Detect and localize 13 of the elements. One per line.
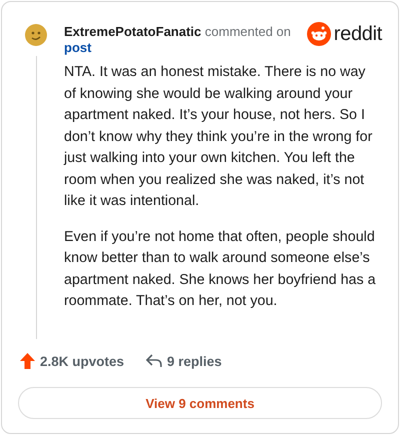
action-text: commented on <box>204 24 291 39</box>
upvote-icon[interactable] <box>20 353 35 369</box>
reply-count: 9 replies <box>167 354 222 368</box>
brand-wordmark: reddit <box>334 22 382 46</box>
comment-paragraph: NTA. It was an honest mistake. There is no way of knowing she would be walking around your apartment naked. It’s your house, not hers. So I don’t know why they think you’re in the wrong for just walking into your own kitchen. You left the room when you realized she was naked, it’s not like it was intentional. <box>64 63 374 211</box>
comment-paragraph: Even if you’re not home that often, people should know better than to walk around someone else’s apartment naked. She knows her boyfriend has a roommate. That’s on her, not you. <box>64 228 377 311</box>
username[interactable]: ExtremePotatoFanatic <box>64 24 202 39</box>
avatar-icon <box>24 23 48 47</box>
view-comments-button[interactable]: View 9 comments <box>18 387 382 419</box>
upvote-count: 2.8K upvotes <box>40 354 124 368</box>
post-link[interactable]: post <box>64 40 92 56</box>
alien-icon <box>306 22 331 46</box>
reply-icon[interactable] <box>146 354 162 368</box>
